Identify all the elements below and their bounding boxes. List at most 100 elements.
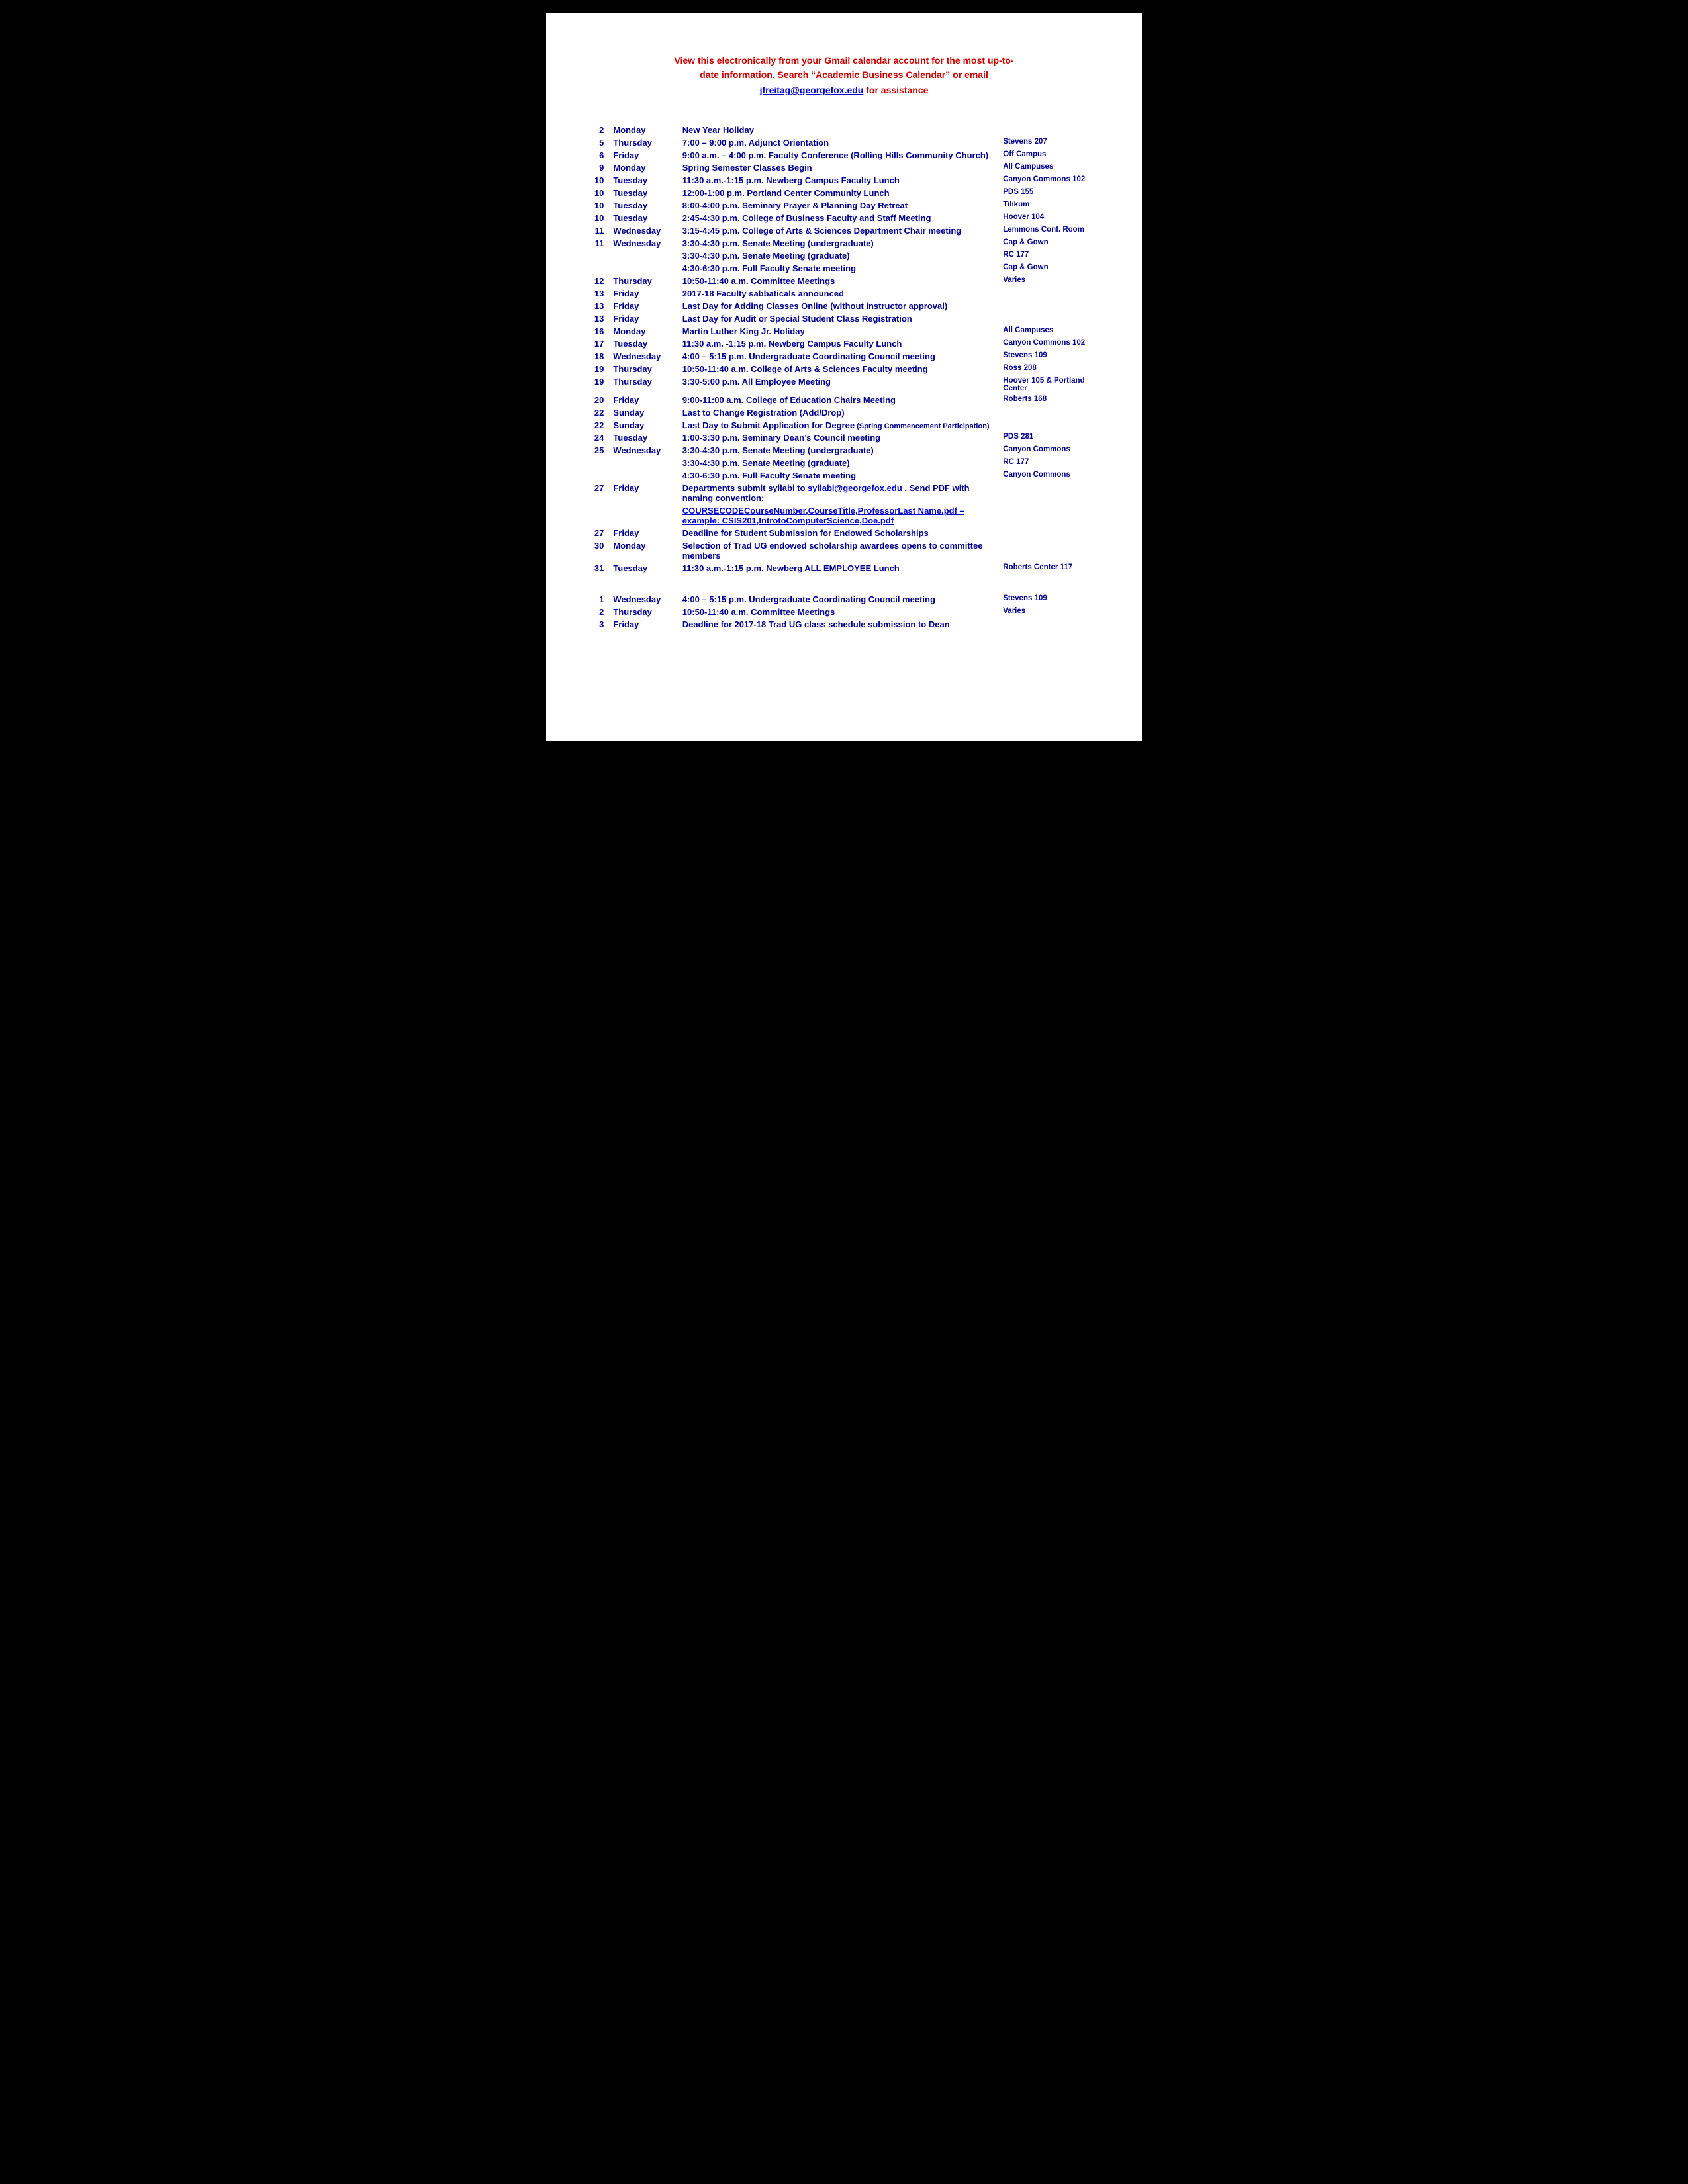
table-row: 13FridayLast Day for Audit or Special St… <box>586 312 1102 325</box>
table-row: 30MondaySelection of Trad UG endowed sch… <box>586 539 1102 562</box>
day-of-week-cell: Thursday <box>610 375 679 394</box>
location-cell <box>1000 300 1102 312</box>
day-cell: 31 <box>586 562 610 574</box>
location-cell: Lemmons Conf. Room <box>1000 224 1102 237</box>
table-row: 22SundayLast Day to Submit Application f… <box>586 419 1102 432</box>
day-cell: 2 <box>586 606 610 618</box>
location-cell: Cap & Gown <box>1000 237 1102 250</box>
table-row: 27FridayDepartments submit syllabi to sy… <box>586 482 1102 504</box>
day-of-week-cell <box>610 457 679 469</box>
page: View this electronically from your Gmail… <box>546 13 1142 741</box>
event-cell: 4:30-6:30 p.m. Full Faculty Senate meeti… <box>680 469 1000 482</box>
event-cell: 3:15-4:45 p.m. College of Arts & Science… <box>680 224 1000 237</box>
day-of-week-cell: Wednesday <box>610 444 679 457</box>
location-cell: Canyon Commons 102 <box>1000 338 1102 350</box>
location-cell: RC 177 <box>1000 250 1102 262</box>
event-cell: 8:00-4:00 p.m. Seminary Prayer & Plannin… <box>680 199 1000 212</box>
table-row: 9MondaySpring Semester Classes BeginAll … <box>586 161 1102 174</box>
day-cell: 24 <box>586 432 610 444</box>
event-cell: 4:30-6:30 p.m. Full Faculty Senate meeti… <box>680 262 1000 275</box>
event-cell: Last Day for Adding Classes Online (with… <box>680 300 1000 312</box>
table-row: 10Tuesday11:30 a.m.-1:15 p.m. Newberg Ca… <box>586 174 1102 187</box>
day-cell: 11 <box>586 224 610 237</box>
location-cell: Roberts Center 117 <box>1000 562 1102 574</box>
table-row: 18Wednesday4:00 – 5:15 p.m. Undergraduat… <box>586 350 1102 363</box>
table-row: 12Thursday10:50-11:40 a.m. Committee Mee… <box>586 275 1102 287</box>
day-of-week-cell: Sunday <box>610 419 679 432</box>
day-cell: 20 <box>586 394 610 406</box>
event-cell: 3:30-4:30 p.m. Senate Meeting (graduate) <box>680 457 1000 469</box>
day-of-week-cell: Thursday <box>610 275 679 287</box>
day-cell <box>586 469 610 482</box>
table-row: 3:30-4:30 p.m. Senate Meeting (graduate)… <box>586 250 1102 262</box>
table-row: 1Wednesday4:00 – 5:15 p.m. Undergraduate… <box>586 593 1102 606</box>
event-cell: Spring Semester Classes Begin <box>680 161 1000 174</box>
day-cell: 16 <box>586 325 610 338</box>
table-row: 27FridayDeadline for Student Submission … <box>586 527 1102 539</box>
day-cell: 30 <box>586 539 610 562</box>
event-cell: 12:00-1:00 p.m. Portland Center Communit… <box>680 187 1000 199</box>
day-cell: 10 <box>586 187 610 199</box>
day-of-week-cell: Thursday <box>610 363 679 375</box>
day-cell: 13 <box>586 312 610 325</box>
day-of-week-cell: Monday <box>610 161 679 174</box>
event-cell: 3:30-4:30 p.m. Senate Meeting (undergrad… <box>680 237 1000 250</box>
day-cell <box>586 250 610 262</box>
table-row: 19Thursday10:50-11:40 a.m. College of Ar… <box>586 363 1102 375</box>
day-of-week-cell <box>610 504 679 527</box>
table-row: 20Friday9:00-11:00 a.m. College of Educa… <box>586 394 1102 406</box>
event-cell: Last Day for Audit or Special Student Cl… <box>680 312 1000 325</box>
location-cell: All Campuses <box>1000 325 1102 338</box>
day-of-week-cell: Friday <box>610 312 679 325</box>
day-of-week-cell: Tuesday <box>610 187 679 199</box>
day-cell: 12 <box>586 275 610 287</box>
day-of-week-cell: Monday <box>610 539 679 562</box>
day-cell: 13 <box>586 300 610 312</box>
header-section: View this electronically from your Gmail… <box>586 53 1102 97</box>
header-email-link[interactable]: jfreitag@georgefox.edu <box>760 85 864 95</box>
day-of-week-cell: Friday <box>610 618 679 631</box>
location-cell: Off Campus <box>1000 149 1102 161</box>
table-row: 5Thursday7:00 – 9:00 p.m. Adjunct Orient… <box>586 136 1102 149</box>
event-link[interactable]: COURSECODECourseNumber,CourseTitle,Profe… <box>682 506 964 525</box>
event-cell: 4:00 – 5:15 p.m. Undergraduate Coordinat… <box>680 350 1000 363</box>
day-of-week-cell: Tuesday <box>610 432 679 444</box>
syllabi-link[interactable]: syllabi@georgefox.edu <box>808 483 902 493</box>
event-cell: COURSECODECourseNumber,CourseTitle,Profe… <box>680 504 1000 527</box>
header-line1: View this electronically from your Gmail… <box>674 55 1013 80</box>
day-cell: 5 <box>586 136 610 149</box>
day-of-week-cell: Friday <box>610 287 679 300</box>
day-of-week-cell: Wednesday <box>610 593 679 606</box>
day-cell: 10 <box>586 174 610 187</box>
event-cell: Deadline for Student Submission for Endo… <box>680 527 1000 539</box>
location-cell: Stevens 109 <box>1000 350 1102 363</box>
location-cell: Canyon Commons <box>1000 469 1102 482</box>
event-cell: 10:50-11:40 a.m. Committee Meetings <box>680 275 1000 287</box>
table-row: 2Thursday10:50-11:40 a.m. Committee Meet… <box>586 606 1102 618</box>
day-cell: 19 <box>586 363 610 375</box>
day-cell <box>586 457 610 469</box>
location-cell <box>1000 124 1102 136</box>
table-row: 13Friday2017-18 Faculty sabbaticals anno… <box>586 287 1102 300</box>
location-cell <box>1000 287 1102 300</box>
location-cell: Stevens 109 <box>1000 593 1102 606</box>
day-cell: 25 <box>586 444 610 457</box>
day-cell: 19 <box>586 375 610 394</box>
event-cell: 3:30-4:30 p.m. Senate Meeting (graduate) <box>680 250 1000 262</box>
day-of-week-cell: Thursday <box>610 606 679 618</box>
event-cell: 11:30 a.m.-1:15 p.m. Newberg Campus Facu… <box>680 174 1000 187</box>
location-cell: Varies <box>1000 275 1102 287</box>
event-cell: 4:00 – 5:15 p.m. Undergraduate Coordinat… <box>680 593 1000 606</box>
location-cell: Canyon Commons 102 <box>1000 174 1102 187</box>
day-cell: 27 <box>586 527 610 539</box>
location-cell: Hoover 104 <box>1000 212 1102 224</box>
table-row: 10Tuesday8:00-4:00 p.m. Seminary Prayer … <box>586 199 1102 212</box>
day-cell: 11 <box>586 237 610 250</box>
day-of-week-cell: Thursday <box>610 136 679 149</box>
location-cell: RC 177 <box>1000 457 1102 469</box>
day-of-week-cell: Wednesday <box>610 350 679 363</box>
table-row: 4:30-6:30 p.m. Full Faculty Senate meeti… <box>586 469 1102 482</box>
day-of-week-cell <box>610 250 679 262</box>
day-of-week-cell: Wednesday <box>610 237 679 250</box>
day-cell: 1 <box>586 593 610 606</box>
